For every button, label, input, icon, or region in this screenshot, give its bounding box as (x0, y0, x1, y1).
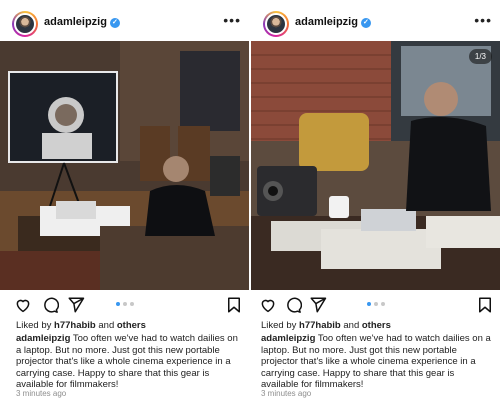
avatar[interactable] (12, 11, 38, 37)
carousel-dots (115, 302, 134, 306)
liked-by-others-link[interactable]: others (362, 320, 391, 331)
post-timestamp: 3 minutes ago (16, 389, 67, 398)
caption-username-link[interactable]: adamleipzig (16, 333, 70, 344)
likes-prefix: Liked by (261, 320, 297, 331)
username[interactable]: adamleipzig ✓ (295, 16, 371, 28)
liked-by-others-link[interactable]: others (117, 320, 146, 331)
post-caption: adamleipzig Too often we've had to watch… (16, 333, 241, 391)
username-text[interactable]: adamleipzig (295, 16, 358, 28)
verified-badge-icon: ✓ (360, 18, 371, 28)
post-timestamp: 3 minutes ago (261, 389, 312, 398)
carousel-dots (366, 302, 385, 306)
post-caption: adamleipzig Too often we've had to watch… (261, 333, 493, 391)
more-options-icon[interactable]: ••• (223, 12, 241, 28)
more-options-icon[interactable]: ••• (474, 12, 492, 28)
likes-and: and (343, 320, 360, 331)
image-counter: 1/3 (468, 49, 492, 64)
bookmark-icon[interactable] (225, 296, 243, 314)
carousel-dot (129, 302, 134, 306)
post-image[interactable]: 1/3 (251, 41, 500, 290)
share-icon[interactable] (309, 296, 327, 314)
username-text[interactable]: adamleipzig (44, 16, 107, 28)
carousel-dot (115, 302, 120, 306)
likes-line: Liked by h77habib and others (261, 320, 391, 331)
caption-username-link[interactable]: adamleipzig (261, 333, 315, 344)
liked-by-user-link[interactable]: h77habib (299, 320, 341, 331)
post-actions (0, 294, 249, 316)
projector-desk-photo (251, 41, 500, 290)
share-icon[interactable] (67, 296, 85, 314)
projector-room-photo (0, 41, 249, 290)
carousel-dot (380, 302, 385, 306)
likes-line: Liked by h77habib and others (16, 320, 146, 331)
likes-prefix: Liked by (16, 320, 52, 331)
post-header: adamleipzig ✓ ••• (251, 6, 500, 40)
verified-badge-icon: ✓ (109, 18, 120, 28)
bookmark-icon[interactable] (476, 296, 494, 314)
carousel-dot (366, 302, 371, 306)
comment-icon[interactable] (284, 296, 302, 314)
post-header: adamleipzig ✓ ••• (0, 6, 249, 40)
carousel-dot (122, 302, 127, 306)
likes-and: and (98, 320, 115, 331)
comment-icon[interactable] (41, 296, 59, 314)
avatar[interactable] (263, 11, 289, 37)
heart-icon[interactable] (14, 296, 32, 314)
heart-icon[interactable] (259, 296, 277, 314)
post-actions (251, 294, 500, 316)
username[interactable]: adamleipzig ✓ (44, 16, 120, 28)
post-1: adamleipzig ✓ ••• Liked by h77habib and … (0, 0, 249, 416)
post-image[interactable] (0, 41, 249, 290)
liked-by-user-link[interactable]: h77habib (54, 320, 96, 331)
post-2: adamleipzig ✓ ••• 1/3 Liked by h77habib … (251, 0, 500, 416)
carousel-dot (373, 302, 378, 306)
